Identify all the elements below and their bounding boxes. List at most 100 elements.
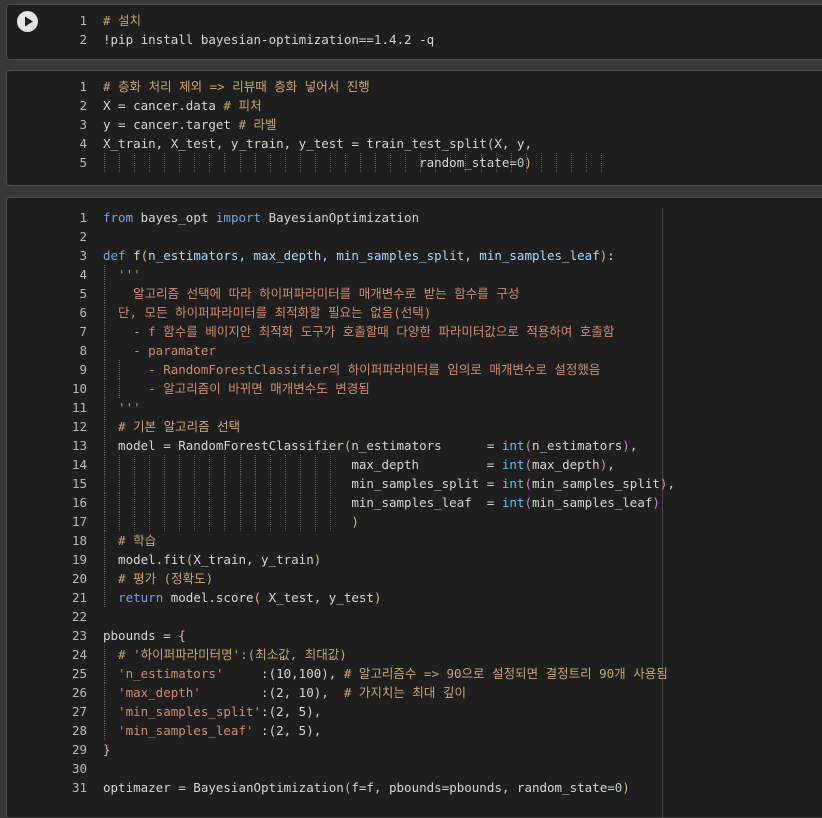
code-line[interactable]: 4 X_train, X_test, y_train, y_test = trai… <box>7 134 822 153</box>
code-text: - RandomForestClassifier의 하이퍼파라미터를 임의로 매… <box>103 360 600 379</box>
code-token: - 알고리즘이 바뀌면 매개변수도 변경됨 <box>103 381 370 396</box>
line-number: 14 <box>71 457 87 472</box>
code-token: ''' <box>103 267 141 282</box>
code-line[interactable]: 20 # 평가 (정확도) <box>7 569 822 588</box>
code-line[interactable]: 22 <box>7 607 822 626</box>
code-line[interactable]: 18 # 학습 <box>7 531 822 550</box>
code-text: max_depth = int(max_depth), <box>103 455 614 474</box>
line-number: 1 <box>79 79 87 94</box>
code-line[interactable]: 14 max_depth = int(max_depth), <box>7 455 822 474</box>
code-line[interactable]: 9 - RandomForestClassifier의 하이퍼파라미터를 임의로… <box>7 360 822 379</box>
code-line[interactable]: 17 ) <box>7 512 822 531</box>
code-line[interactable]: 13 model = RandomForestClassifier(n_esti… <box>7 436 822 455</box>
code-line[interactable]: 1 # 층화 처리 제외 => 리뷰때 층화 넣어서 진행 <box>7 77 822 96</box>
code-token: int <box>501 457 525 472</box>
code-editor[interactable]: 1 from bayes_opt import BayesianOptimizat… <box>7 208 822 797</box>
code-line[interactable]: 31 optimazer = BayesianOptimization(f=f, … <box>7 778 822 797</box>
code-token: min_samples_split <box>531 476 660 491</box>
code-token: # 설치 <box>103 13 142 28</box>
code-line[interactable]: 15 min_samples_split = int(min_samples_s… <box>7 474 822 493</box>
line-number: 3 <box>79 248 87 263</box>
code-line[interactable]: 4 ''' <box>7 265 822 284</box>
indent-guide <box>555 153 557 172</box>
line-number: 5 <box>79 155 87 170</box>
code-line[interactable]: 6 단, 모든 하이퍼파라미터를 최적화할 필요는 없음(선택) <box>7 303 822 322</box>
code-text: 알고리즘 선택에 따라 하이퍼파라미터를 매개변수로 받는 함수를 구성 <box>103 284 519 303</box>
code-cell-data-split[interactable]: 1 # 층화 처리 제외 => 리뷰때 층화 넣어서 진행 2 X = cancer.… <box>6 70 822 186</box>
code-line[interactable]: 8 - paramater <box>7 341 822 360</box>
line-number: 2 <box>79 32 87 47</box>
code-token: 'n_estimators' <box>103 666 224 681</box>
code-line[interactable]: 23 pbounds = { <box>7 626 822 645</box>
code-token: n_estimators <box>531 438 623 453</box>
code-line[interactable]: 10 - 알고리즘이 바뀌면 매개변수도 변경됨 <box>7 379 822 398</box>
code-token: # 라벨 <box>238 117 277 132</box>
code-token: :(2, 5), <box>253 723 322 738</box>
code-line[interactable]: 27 'min_samples_split':(2, 5), <box>7 702 822 721</box>
line-number: 3 <box>79 117 87 132</box>
line-number: 31 <box>71 780 87 795</box>
code-line[interactable]: 5 알고리즘 선택에 따라 하이퍼파라미터를 매개변수로 받는 함수를 구성 <box>7 284 822 303</box>
code-line[interactable]: 12 # 기본 알고리즘 선택 <box>7 417 822 436</box>
code-token: model = RandomForestClassifier <box>103 438 344 453</box>
code-token: def <box>103 248 126 263</box>
code-line[interactable]: 2 X = cancer.data # 피처 <box>7 96 822 115</box>
code-token: - paramater <box>103 343 216 358</box>
line-number: 2 <box>79 229 87 244</box>
code-text: return model.score( X_test, y_test) <box>103 588 381 607</box>
code-text: def f(n_estimators, max_depth, min_sampl… <box>103 246 615 265</box>
code-line[interactable]: 19 model.fit(X_train, y_train) <box>7 550 822 569</box>
code-token: # 가지치는 최대 깊이 <box>343 685 466 700</box>
code-line[interactable]: 1 # 설치 <box>7 11 822 30</box>
code-token: from <box>103 210 134 225</box>
code-line[interactable]: 16 min_samples_leaf = int(min_samples_le… <box>7 493 822 512</box>
code-cell-install[interactable]: 1 # 설치 2 !pip install bayesian-optimization… <box>6 4 822 60</box>
code-line[interactable]: 3 def f(n_estimators, max_depth, min_samp… <box>7 246 822 265</box>
code-line[interactable]: 26 'max_depth' :(2, 10), # 가지치는 최대 깊이 <box>7 683 822 702</box>
code-line[interactable]: 11 ''' <box>7 398 822 417</box>
code-token: return <box>118 590 164 605</box>
code-line[interactable]: 2 !pip install bayesian-optimization==1.4… <box>7 30 822 49</box>
line-number: 24 <box>71 647 87 662</box>
code-text: X = cancer.data # 피처 <box>103 96 261 115</box>
code-token: f=f, pbounds=pbounds, random_state= <box>351 780 615 795</box>
code-line[interactable]: 29} <box>7 740 822 759</box>
indent-guide <box>600 153 602 172</box>
code-token: ) <box>524 155 532 170</box>
line-number: 29 <box>71 742 87 757</box>
code-line[interactable]: 2 <box>7 227 822 246</box>
code-text: # '하이퍼파라미터명':(최소값, 최대값) <box>103 645 347 664</box>
code-token: optimazer = BayesianOptimization <box>103 780 344 795</box>
code-text: } <box>103 740 111 759</box>
line-number: 2 <box>79 98 87 113</box>
code-line[interactable]: 3 y = cancer.target # 라벨 <box>7 115 822 134</box>
indent-guide <box>585 153 587 172</box>
code-line[interactable]: 24 # '하이퍼파라미터명':(최소값, 최대값) <box>7 645 822 664</box>
code-line[interactable]: 28 'min_samples_leaf' :(2, 5), <box>7 721 822 740</box>
line-number: 26 <box>71 685 87 700</box>
code-token: ) <box>622 780 630 795</box>
code-text: - f 함수를 베이지안 최적화 도구가 호출할때 다양한 파라미터값으로 적용… <box>103 322 614 341</box>
code-text: optimazer = BayesianOptimization(f=f, pb… <box>103 778 630 797</box>
line-number: 5 <box>79 286 87 301</box>
line-number: 20 <box>71 571 87 586</box>
line-number: 28 <box>71 723 87 738</box>
code-editor[interactable]: 1 # 설치 2 !pip install bayesian-optimization… <box>7 11 822 49</box>
code-text: min_samples_leaf = int(min_samples_leaf) <box>103 493 660 512</box>
code-line[interactable]: 21 return model.score( X_test, y_test) <box>7 588 822 607</box>
code-token: X_test, y_test <box>261 590 374 605</box>
code-line[interactable]: 5 random_state=0) <box>7 153 822 172</box>
code-text: ''' <box>103 398 141 417</box>
code-text: # 설치 <box>103 11 141 30</box>
code-token: ) <box>373 590 382 605</box>
code-token: # 층화 처리 제외 => 리뷰때 층화 넣어서 진행 <box>103 79 370 94</box>
code-line[interactable]: 7 - f 함수를 베이지안 최적화 도구가 호출할때 다양한 파라미터값으로 … <box>7 322 822 341</box>
code-editor[interactable]: 1 # 층화 처리 제외 => 리뷰때 층화 넣어서 진행 2 X = cancer.… <box>7 77 822 172</box>
code-cell-bayes-opt[interactable]: 1 from bayes_opt import BayesianOptimizat… <box>6 197 822 818</box>
code-token: ( <box>524 438 532 453</box>
code-line[interactable]: 1 from bayes_opt import BayesianOptimizat… <box>7 208 822 227</box>
code-line[interactable]: 30 <box>7 759 822 778</box>
line-number: 25 <box>71 666 87 681</box>
code-line[interactable]: 25 'n_estimators' :(10,100), # 알고리즘수 => … <box>7 664 822 683</box>
